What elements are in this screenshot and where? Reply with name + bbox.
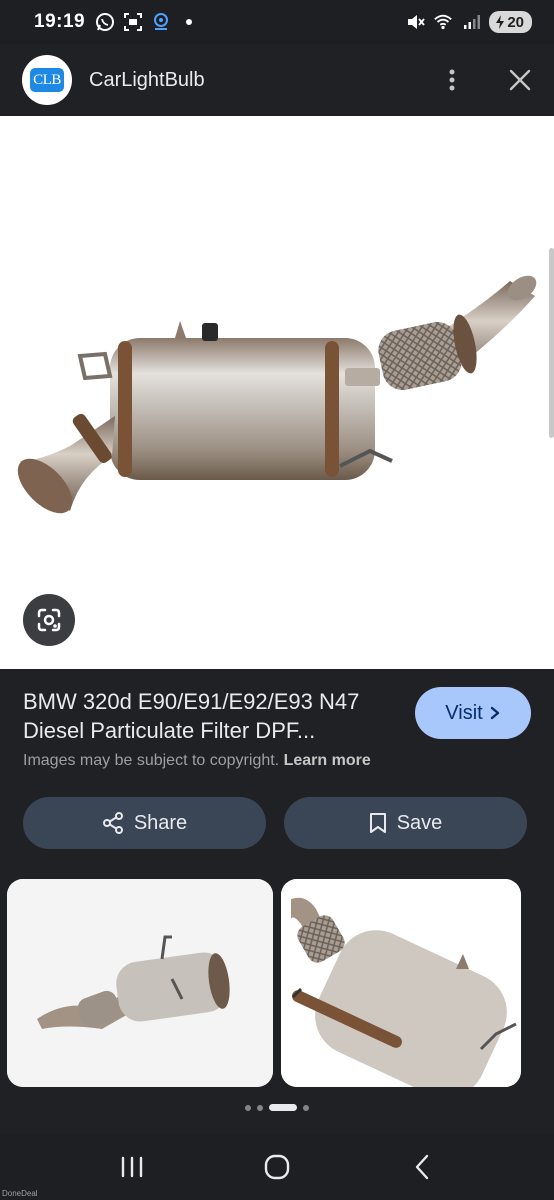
more-vert-icon: [449, 69, 455, 91]
share-icon: [102, 812, 123, 834]
status-bar: 19:19 20: [0, 0, 554, 44]
save-button[interactable]: Save: [284, 797, 527, 849]
close-icon: [509, 69, 531, 91]
signal-icon: [461, 12, 481, 32]
copyright-text: Images may be subject to copyright.: [23, 752, 280, 769]
mute-icon: [405, 12, 426, 32]
back-icon: [415, 1154, 428, 1180]
recents-button[interactable]: [112, 1147, 152, 1187]
share-button[interactable]: Share: [23, 797, 266, 849]
app-bar: CLB CarLightBulb: [0, 44, 554, 116]
lens-icon: [37, 608, 61, 632]
site-name[interactable]: CarLightBulb: [89, 69, 205, 92]
system-nav-bar: [0, 1134, 554, 1200]
visit-button[interactable]: Visit: [415, 687, 531, 739]
status-time: 19:19: [34, 11, 86, 32]
dot-icon: [179, 12, 199, 32]
site-logo-text: CLB: [30, 68, 64, 92]
google-lens-button[interactable]: [23, 594, 75, 646]
status-icons-right: 20: [405, 11, 532, 33]
copyright-notice: Images may be subject to copyright. Lear…: [23, 752, 371, 770]
scrollbar[interactable]: [549, 248, 554, 438]
pager-dot-active[interactable]: [269, 1104, 297, 1111]
wifi-6e-icon: [433, 12, 453, 32]
pager-dot[interactable]: [245, 1104, 251, 1111]
save-label: Save: [396, 811, 443, 834]
close-button[interactable]: [508, 68, 532, 92]
site-logo: CLB: [22, 55, 72, 105]
image-pager: [0, 1104, 554, 1111]
result-info: BMW 320d E90/E91/E92/E93 N47 Diesel Part…: [0, 669, 554, 879]
screen-record-icon: [123, 12, 143, 32]
product-image: [17, 275, 537, 514]
battery-level: 20: [507, 13, 524, 31]
chevron-right-icon: [490, 706, 499, 720]
pager-dot[interactable]: [303, 1104, 309, 1111]
pager-dot[interactable]: [257, 1104, 263, 1111]
status-icons-left: [95, 12, 199, 32]
watermark: DoneDeal: [2, 1189, 38, 1198]
recents-icon: [122, 1156, 143, 1178]
more-options-button[interactable]: [440, 68, 464, 92]
home-icon: [264, 1154, 290, 1180]
whatsapp-icon: [95, 12, 115, 32]
result-title[interactable]: BMW 320d E90/E91/E92/E93 N47 Diesel Part…: [23, 687, 403, 745]
back-button[interactable]: [402, 1147, 442, 1187]
home-button[interactable]: [257, 1147, 297, 1187]
related-product-image: [281, 879, 521, 1087]
main-image[interactable]: [0, 116, 554, 669]
location-icon: [151, 12, 171, 32]
share-label: Share: [133, 811, 188, 834]
battery-icon: 20: [489, 11, 532, 33]
related-product-image: [7, 879, 273, 1087]
visit-label: Visit: [445, 701, 483, 724]
bookmark-icon: [369, 813, 386, 833]
related-image-1[interactable]: [7, 879, 273, 1087]
app-bar-actions: [440, 68, 532, 92]
learn-more-link[interactable]: Learn more: [284, 752, 371, 769]
related-image-2[interactable]: [281, 879, 521, 1087]
related-images: [0, 879, 554, 1094]
